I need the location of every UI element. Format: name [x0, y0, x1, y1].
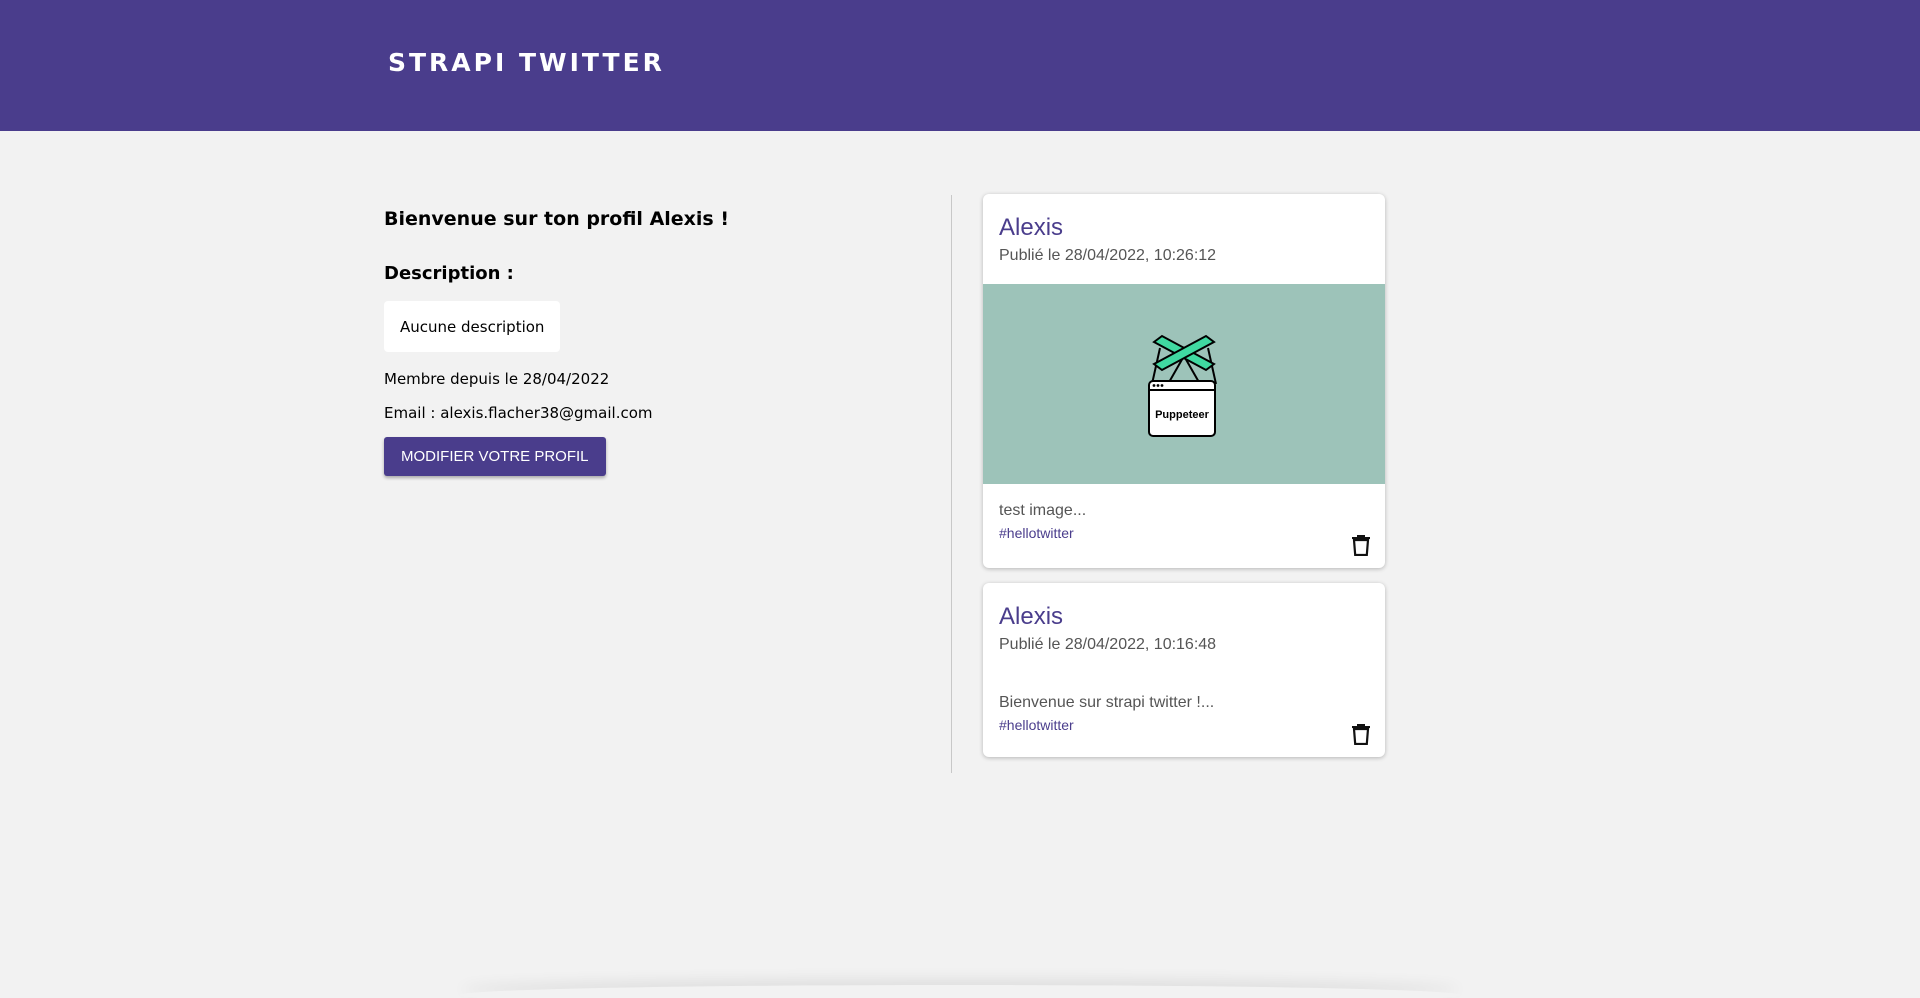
- trash-icon[interactable]: [1351, 723, 1371, 745]
- post-card: Alexis Publié le 28/04/2022, 10:26:12 Pu…: [983, 194, 1385, 568]
- post-hashtag[interactable]: #hellotwitter: [999, 525, 1074, 541]
- post-header: Alexis Publié le 28/04/2022, 10:16:48: [983, 583, 1385, 654]
- description-label: Description :: [384, 263, 514, 284]
- profile-panel: Bienvenue sur ton profil Alexis ! Descri…: [384, 208, 944, 476]
- posts-feed: Alexis Publié le 28/04/2022, 10:26:12 Pu…: [983, 194, 1385, 757]
- post-text: Bienvenue sur strapi twitter !...: [999, 694, 1215, 711]
- bottom-shadow: [460, 985, 1460, 998]
- post-content: test image... #hellotwitter: [983, 484, 1385, 556]
- post-author[interactable]: Alexis: [999, 214, 1369, 242]
- puppeteer-logo: Puppeteer: [1148, 334, 1217, 437]
- post-date: Publié le 28/04/2022, 10:26:12: [999, 247, 1217, 264]
- member-since: Membre depuis le 28/04/2022: [384, 370, 610, 388]
- post-card: Alexis Publié le 28/04/2022, 10:16:48 Bi…: [983, 583, 1385, 757]
- post-text: test image...: [999, 502, 1087, 519]
- top-app-bar: STRAPI TWITTER: [0, 0, 1920, 131]
- puppeteer-label: Puppeteer: [1155, 409, 1210, 421]
- post-header: Alexis Publié le 28/04/2022, 10:26:12: [983, 194, 1385, 265]
- email-text: Email : alexis.flacher38@gmail.com: [384, 404, 653, 422]
- vertical-divider: [951, 195, 952, 773]
- post-content: Bienvenue sur strapi twitter !... #hello…: [983, 654, 1385, 748]
- post-hashtag[interactable]: #hellotwitter: [999, 717, 1074, 733]
- welcome-heading: Bienvenue sur ton profil Alexis !: [384, 208, 730, 230]
- edit-profile-button[interactable]: MODIFIER VOTRE PROFIL: [384, 437, 606, 476]
- trash-icon[interactable]: [1351, 534, 1371, 556]
- post-date: Publié le 28/04/2022, 10:16:48: [999, 636, 1217, 653]
- post-image: Puppeteer: [983, 284, 1385, 484]
- post-author[interactable]: Alexis: [999, 603, 1369, 631]
- description-box: Aucune description: [384, 301, 561, 352]
- app-title[interactable]: STRAPI TWITTER: [388, 48, 665, 77]
